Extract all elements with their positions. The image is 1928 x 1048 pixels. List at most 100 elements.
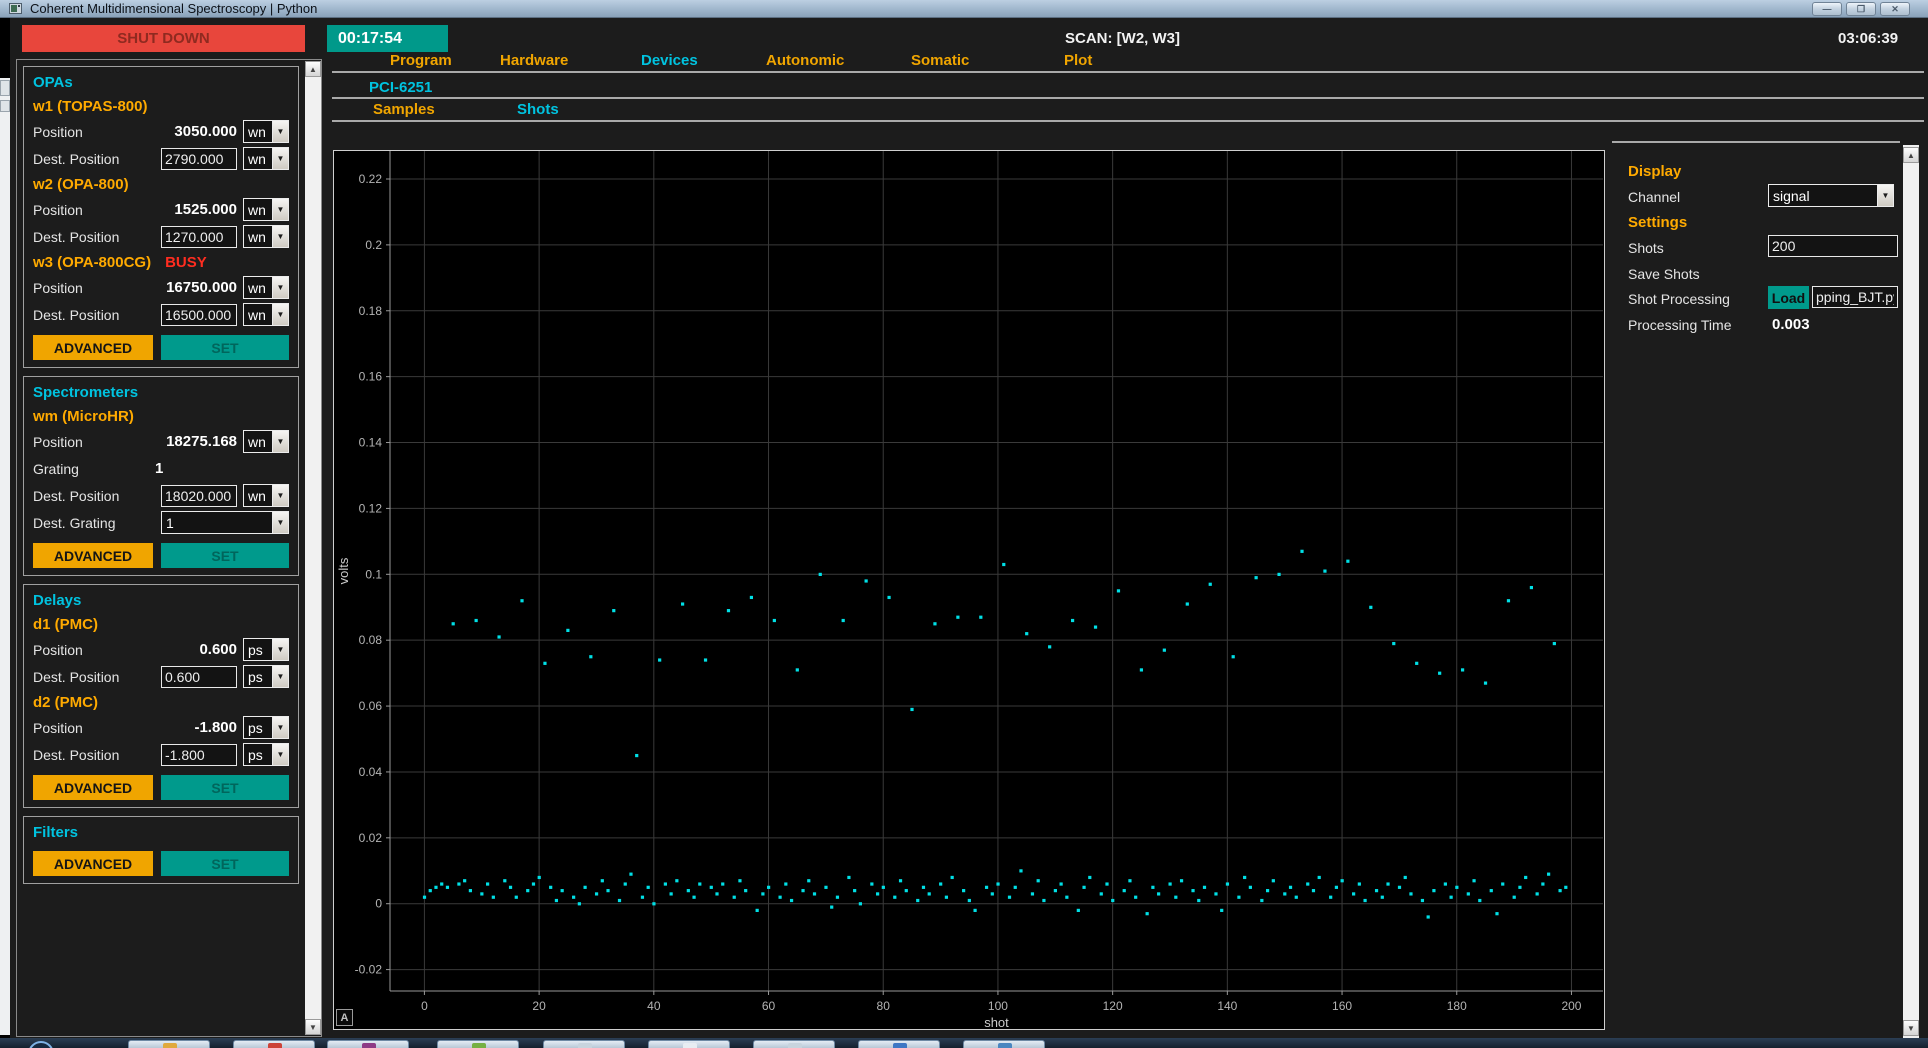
chevron-down-icon[interactable]: ▼ xyxy=(272,304,288,325)
scatter-point xyxy=(1363,899,1366,902)
advanced-button[interactable]: ADVANCED xyxy=(33,543,153,568)
tab-pci-6251[interactable]: PCI-6251 xyxy=(369,79,432,96)
taskbar[interactable] xyxy=(0,1038,1928,1048)
set-button[interactable]: SET xyxy=(161,543,289,568)
tab-shots[interactable]: Shots xyxy=(517,101,559,118)
scatter-point xyxy=(423,896,426,899)
tab-devices[interactable]: Devices xyxy=(641,52,698,69)
chevron-down-icon[interactable]: ▼ xyxy=(272,148,288,169)
shots-plot[interactable]: -0.0200.020.040.060.080.10.120.140.160.1… xyxy=(333,150,1605,1030)
scatter-point xyxy=(1071,619,1074,622)
chevron-down-icon[interactable]: ▼ xyxy=(272,431,288,452)
chevron-down-icon[interactable]: ▼ xyxy=(272,639,288,660)
restore-button[interactable]: ❐ xyxy=(1846,2,1876,16)
advanced-button[interactable]: ADVANCED xyxy=(33,775,153,800)
tab-hardware[interactable]: Hardware xyxy=(500,52,568,69)
units-select[interactable]: wn▼ xyxy=(243,276,289,299)
units-select[interactable]: wn▼ xyxy=(243,225,289,248)
units-value: wn xyxy=(244,121,272,142)
scroll-up-icon[interactable]: ▲ xyxy=(1903,147,1919,163)
units-select[interactable]: wn▼ xyxy=(243,120,289,143)
taskbar-button[interactable] xyxy=(437,1040,519,1048)
units-select[interactable]: wn▼ xyxy=(243,147,289,170)
processing-script-field[interactable] xyxy=(1812,286,1898,308)
scatter-point xyxy=(1386,882,1389,885)
scatter-point xyxy=(555,899,558,902)
dest-position-input[interactable] xyxy=(161,666,237,688)
taskbar-button[interactable] xyxy=(543,1040,625,1048)
plot-canvas[interactable]: -0.0200.020.040.060.080.10.120.140.160.1… xyxy=(334,151,1604,1029)
right-scrollbar[interactable]: ▲ ▼ xyxy=(1903,145,1919,1038)
group-title: Spectrometers xyxy=(33,382,289,404)
dest-position-input[interactable] xyxy=(161,226,237,248)
units-value: wn xyxy=(244,226,272,247)
hardware-name-row: w3 (OPA-800CG)BUSY xyxy=(33,250,289,274)
chevron-down-icon[interactable]: ▼ xyxy=(272,485,288,506)
scatter-point xyxy=(452,622,455,625)
dest-position-input[interactable] xyxy=(161,304,237,326)
dest-position-input[interactable] xyxy=(161,148,237,170)
scatter-point xyxy=(985,886,988,889)
tab-plot[interactable]: Plot xyxy=(1064,52,1092,69)
dest-position-input[interactable] xyxy=(161,485,237,507)
scatter-point xyxy=(687,889,690,892)
chevron-down-icon[interactable]: ▼ xyxy=(272,277,288,298)
taskbar-button[interactable] xyxy=(753,1040,835,1048)
sidebar-scrollbar[interactable]: ▲ ▼ xyxy=(305,61,321,1035)
autoscale-button[interactable]: A xyxy=(336,1009,353,1026)
units-select[interactable]: ps▼ xyxy=(243,743,289,766)
tab-somatic[interactable]: Somatic xyxy=(911,52,969,69)
advanced-button[interactable]: ADVANCED xyxy=(33,851,153,876)
units-select[interactable]: wn▼ xyxy=(243,430,289,453)
channel-select[interactable]: signal ▼ xyxy=(1768,184,1894,207)
chevron-down-icon[interactable]: ▼ xyxy=(272,121,288,142)
chevron-down-icon[interactable]: ▼ xyxy=(272,666,288,687)
units-select[interactable]: ps▼ xyxy=(243,665,289,688)
units-value: wn xyxy=(244,304,272,325)
minimize-button[interactable]: — xyxy=(1812,2,1842,16)
shutdown-button[interactable]: SHUT DOWN xyxy=(22,25,305,52)
scatter-point xyxy=(1168,882,1171,885)
units-select[interactable]: wn▼ xyxy=(243,484,289,507)
load-script-button[interactable]: Load xyxy=(1768,286,1809,309)
chevron-down-icon[interactable]: ▼ xyxy=(272,512,288,533)
settings-header: Settings xyxy=(1628,214,1687,231)
group-title: Delays xyxy=(33,590,289,612)
close-button[interactable]: ✕ xyxy=(1880,2,1910,16)
units-select[interactable]: wn▼ xyxy=(243,198,289,221)
chevron-down-icon[interactable]: ▼ xyxy=(272,744,288,765)
taskbar-button[interactable] xyxy=(648,1040,730,1048)
set-button[interactable]: SET xyxy=(161,775,289,800)
scroll-down-icon[interactable]: ▼ xyxy=(305,1019,321,1035)
scroll-down-icon[interactable]: ▼ xyxy=(1903,1020,1919,1036)
chevron-down-icon[interactable]: ▼ xyxy=(272,226,288,247)
scatter-point xyxy=(635,754,638,757)
tab-samples[interactable]: Samples xyxy=(373,101,435,118)
tab-program[interactable]: Program xyxy=(390,52,452,69)
tab-autonomic[interactable]: Autonomic xyxy=(766,52,844,69)
scroll-up-icon[interactable]: ▲ xyxy=(305,61,321,77)
taskbar-button[interactable] xyxy=(327,1040,409,1048)
set-button[interactable]: SET xyxy=(161,335,289,360)
dest-position-input[interactable] xyxy=(161,744,237,766)
chevron-down-icon[interactable]: ▼ xyxy=(1877,185,1893,206)
y-tick-label: 0.22 xyxy=(359,172,383,186)
units-select[interactable]: ps▼ xyxy=(243,638,289,661)
units-select[interactable]: wn▼ xyxy=(243,303,289,326)
chevron-down-icon[interactable]: ▼ xyxy=(272,199,288,220)
shots-input[interactable] xyxy=(1768,235,1898,257)
dest-grating-select[interactable]: 1▼ xyxy=(161,511,289,534)
taskbar-button[interactable] xyxy=(858,1040,940,1048)
taskbar-button[interactable] xyxy=(233,1040,315,1048)
taskbar-button[interactable] xyxy=(128,1040,210,1048)
window-titlebar[interactable]: Coherent Multidimensional Spectroscopy |… xyxy=(0,0,1928,18)
start-orb-icon[interactable] xyxy=(28,1041,54,1048)
position-value: 3050.000 xyxy=(161,123,237,140)
advanced-button[interactable]: ADVANCED xyxy=(33,335,153,360)
taskbar-button[interactable] xyxy=(963,1040,1045,1048)
scatter-point xyxy=(1295,896,1298,899)
chevron-down-icon[interactable]: ▼ xyxy=(272,717,288,738)
scatter-point xyxy=(1048,645,1051,648)
set-button[interactable]: SET xyxy=(161,851,289,876)
units-select[interactable]: ps▼ xyxy=(243,716,289,739)
